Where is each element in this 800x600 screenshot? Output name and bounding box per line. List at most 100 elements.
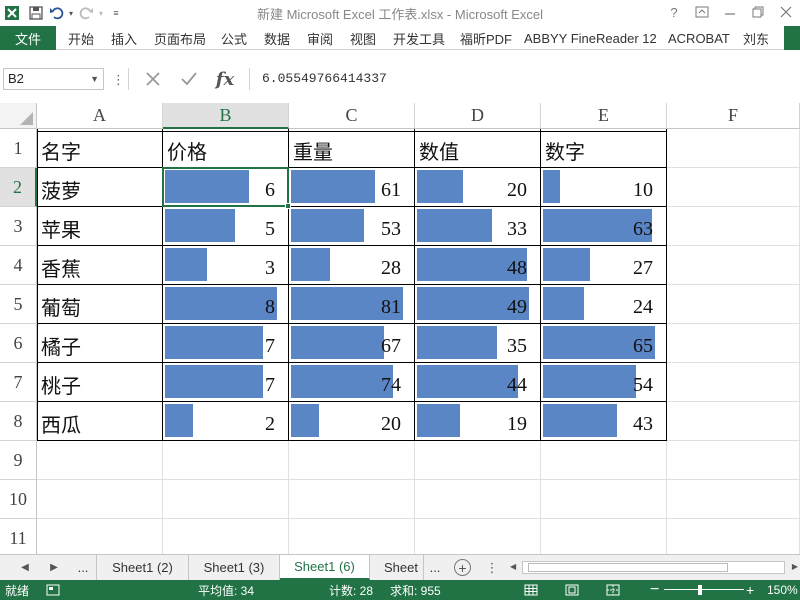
cell-d11[interactable] — [415, 519, 541, 554]
cell-a8[interactable]: 西瓜 — [37, 402, 163, 441]
cell-e2[interactable]: 10 — [541, 168, 667, 207]
sheet-tab-2[interactable]: Sheet1 (3) — [189, 555, 280, 580]
formula-input[interactable]: 6.05549766414337 — [249, 68, 800, 90]
column-header-a[interactable]: A — [37, 103, 163, 129]
cancel-icon[interactable] — [138, 68, 168, 90]
cell-c4[interactable]: 28 — [289, 246, 415, 285]
tab-abbyy[interactable]: ABBYY FineReader 12 — [524, 26, 657, 50]
row-header-6[interactable]: 6 — [0, 324, 37, 363]
column-header-b[interactable]: B — [163, 103, 289, 129]
cell-f1[interactable] — [667, 129, 800, 168]
help-icon[interactable]: ? — [660, 0, 688, 24]
cell-c3[interactable]: 53 — [289, 207, 415, 246]
tab-file[interactable]: 文件 — [0, 26, 56, 50]
page-break-view-icon[interactable] — [606, 580, 620, 600]
zoom-slider-thumb[interactable] — [698, 585, 702, 595]
cell-a2[interactable]: 菠萝 — [37, 168, 163, 207]
cell-a11[interactable] — [37, 519, 163, 554]
cell-a4[interactable]: 香蕉 — [37, 246, 163, 285]
cell-a3[interactable]: 苹果 — [37, 207, 163, 246]
tab-home[interactable]: 开始 — [68, 26, 94, 50]
name-box[interactable]: B2 ▼ — [3, 68, 104, 90]
row-header-7[interactable]: 7 — [0, 363, 37, 402]
scroll-left-icon[interactable]: ◀ — [510, 562, 516, 571]
cell-f3[interactable] — [667, 207, 800, 246]
scroll-sheets-right-icon[interactable]: ▶ — [43, 555, 65, 580]
cell-c7[interactable]: 74 — [289, 363, 415, 402]
zoom-slider[interactable] — [664, 580, 744, 600]
cell-d9[interactable] — [415, 441, 541, 480]
cell-f5[interactable] — [667, 285, 800, 324]
column-header-d[interactable]: D — [415, 103, 541, 129]
cell-f4[interactable] — [667, 246, 800, 285]
cell-b11[interactable] — [163, 519, 289, 554]
cell-d7[interactable]: 44 — [415, 363, 541, 402]
row-header-1[interactable]: 1 — [0, 129, 37, 168]
cell-d4[interactable]: 48 — [415, 246, 541, 285]
normal-view-icon[interactable] — [524, 580, 538, 600]
row-header-8[interactable]: 8 — [0, 402, 37, 441]
cell-d8[interactable]: 19 — [415, 402, 541, 441]
insert-function-button[interactable]: fx — [210, 68, 240, 90]
cell-b10[interactable] — [163, 480, 289, 519]
tab-review[interactable]: 审阅 — [307, 26, 333, 50]
cell-e7[interactable]: 54 — [541, 363, 667, 402]
cell-a7[interactable]: 桃子 — [37, 363, 163, 402]
zoom-level[interactable]: 150% — [767, 580, 798, 600]
cell-d5[interactable]: 49 — [415, 285, 541, 324]
cell-f8[interactable] — [667, 402, 800, 441]
cell-e10[interactable] — [541, 480, 667, 519]
tab-foxit-pdf[interactable]: 福昕PDF — [460, 26, 512, 50]
macro-record-icon[interactable] — [46, 580, 60, 600]
status-sum[interactable]: 求和: 955 — [390, 580, 441, 600]
save-icon[interactable] — [24, 1, 48, 25]
tab-data[interactable]: 数据 — [264, 26, 290, 50]
cell-a9[interactable] — [37, 441, 163, 480]
cell-e8[interactable]: 43 — [541, 402, 667, 441]
cell-d10[interactable] — [415, 480, 541, 519]
cell-b3[interactable]: 5 — [163, 207, 289, 246]
undo-icon[interactable] — [48, 1, 66, 25]
ribbon-display-options-icon[interactable] — [688, 0, 716, 24]
page-layout-view-icon[interactable] — [565, 580, 579, 600]
row-header-9[interactable]: 9 — [0, 441, 37, 480]
status-count[interactable]: 计数: 28 — [329, 580, 373, 600]
cell-f9[interactable] — [667, 441, 800, 480]
cell-b2[interactable]: 6 — [163, 168, 289, 207]
cell-d3[interactable]: 33 — [415, 207, 541, 246]
tab-developer[interactable]: 开发工具 — [393, 26, 445, 50]
cell-b1[interactable]: 价格 — [163, 129, 289, 168]
cell-c11[interactable] — [289, 519, 415, 554]
cell-c9[interactable] — [289, 441, 415, 480]
excel-logo-icon[interactable] — [0, 1, 24, 25]
formula-bar-grip-icon[interactable]: ⋮ — [112, 72, 125, 88]
cell-a10[interactable] — [37, 480, 163, 519]
redo-dropdown-icon[interactable]: ▾ — [96, 1, 106, 25]
close-icon[interactable] — [772, 0, 800, 24]
cell-a6[interactable]: 橘子 — [37, 324, 163, 363]
cell-b4[interactable]: 3 — [163, 246, 289, 285]
scroll-thumb[interactable] — [528, 563, 728, 572]
cell-f11[interactable] — [667, 519, 800, 554]
cell-d2[interactable]: 20 — [415, 168, 541, 207]
row-header-10[interactable]: 10 — [0, 480, 37, 519]
row-header-5[interactable]: 5 — [0, 285, 37, 324]
cell-a1[interactable]: 名字 — [37, 129, 163, 168]
cell-b7[interactable]: 7 — [163, 363, 289, 402]
cell-d6[interactable]: 35 — [415, 324, 541, 363]
status-average[interactable]: 平均值: 34 — [198, 580, 254, 600]
tab-user-account[interactable]: 刘东 — [743, 26, 769, 50]
cell-c10[interactable] — [289, 480, 415, 519]
restore-icon[interactable] — [744, 0, 772, 24]
sheet-tab-3[interactable]: Sheet1 (6) — [280, 555, 370, 580]
cell-e6[interactable]: 65 — [541, 324, 667, 363]
more-sheets-right[interactable]: ... — [424, 555, 446, 580]
cell-e9[interactable] — [541, 441, 667, 480]
add-sheet-button[interactable]: + — [454, 559, 471, 576]
tab-view[interactable]: 视图 — [350, 26, 376, 50]
cell-c8[interactable]: 20 — [289, 402, 415, 441]
minimize-icon[interactable] — [716, 0, 744, 24]
cell-e5[interactable]: 24 — [541, 285, 667, 324]
more-sheets-left[interactable]: ... — [70, 555, 96, 580]
cell-f2[interactable] — [667, 168, 800, 207]
